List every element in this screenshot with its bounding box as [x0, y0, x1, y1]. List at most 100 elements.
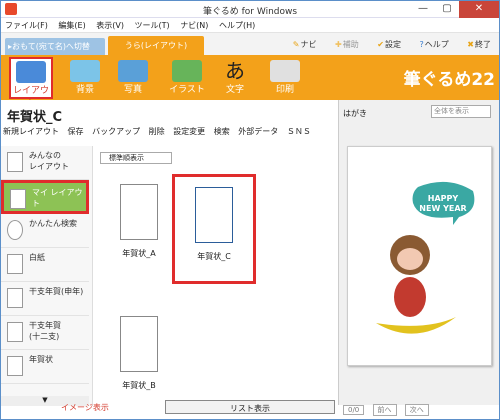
settings-link[interactable]: ✔設定 — [369, 40, 401, 49]
top-links: ✎ナビ ✚補助 ✔設定 ?ヘルプ ✖終了 — [277, 39, 491, 50]
tool-photo[interactable]: 写真 — [111, 58, 155, 98]
layout-card[interactable]: 年賀状_A — [104, 184, 174, 259]
help-icon: ? — [419, 40, 424, 49]
tool-background-label: 背景 — [75, 85, 94, 95]
layout-card-selected[interactable]: 年賀状_C — [172, 174, 256, 284]
greeting-line2: NEW YEAR — [419, 204, 466, 213]
help-link[interactable]: ?ヘルプ — [412, 40, 449, 49]
tool-layout[interactable]: レイアウト — [9, 57, 53, 109]
save-button[interactable]: 保存 — [68, 126, 84, 137]
category-icon — [7, 152, 23, 172]
tool-text[interactable]: あ 文字 — [213, 58, 257, 98]
tool-background[interactable]: 背景 — [63, 58, 107, 98]
illustration-icon — [172, 60, 202, 82]
category-icon — [7, 322, 23, 342]
page-counter: 0/0 — [343, 405, 365, 415]
tool-print[interactable]: 印刷 — [263, 58, 307, 98]
tool-illustration-label: イラスト — [169, 85, 205, 95]
menu-view[interactable]: 表示(V) — [92, 18, 128, 33]
maximize-button[interactable]: ▢ — [435, 1, 459, 18]
tab-front-address[interactable]: ▸おもて(宛て名)へ切替 — [5, 38, 105, 55]
category-icon — [7, 254, 23, 274]
preview-panel: はがき 全体を表示 HAPPY NEW YEAR 0/0 前へ 次へ — [338, 100, 499, 416]
category-label: 干支年賀 (十二支) — [29, 321, 61, 341]
category-icon — [7, 356, 23, 376]
category-item[interactable]: 白紙 — [1, 248, 89, 282]
new-layout-button[interactable]: 新規レイアウト — [3, 126, 59, 137]
category-item-selected[interactable]: マイ レイアウト — [1, 180, 89, 214]
category-item[interactable]: かんたん検索 — [1, 214, 89, 248]
layout-card[interactable]: 年賀状_B — [104, 316, 174, 391]
category-label: マイ レイアウト — [32, 188, 83, 208]
delete-button[interactable]: 削除 — [149, 126, 165, 137]
sns-button[interactable]: ＳＮＳ — [287, 126, 311, 137]
category-icon — [10, 189, 26, 209]
card-thumbnail — [120, 316, 158, 372]
settings-change-button[interactable]: 設定変更 — [173, 126, 205, 137]
tab-back-layout[interactable]: うら(レイアウト) — [108, 36, 204, 55]
card-label: 年賀状_B — [122, 381, 156, 390]
category-label: 白紙 — [29, 253, 45, 262]
category-item[interactable]: みんなの レイアウト — [1, 146, 89, 180]
card-label: 年賀状_A — [122, 249, 156, 258]
settings-icon: ✔ — [377, 40, 384, 49]
category-label: みんなの レイアウト — [29, 151, 69, 171]
card-label: 年賀状_C — [197, 252, 231, 261]
layout-grid: 年賀状_A 年賀状_C 年賀状_B — [94, 166, 324, 390]
search-button[interactable]: 検索 — [214, 126, 230, 137]
tool-photo-label: 写真 — [123, 85, 142, 95]
text-icon: あ — [225, 59, 245, 83]
exit-icon: ✖ — [467, 40, 474, 49]
preview-header: はがき — [343, 109, 367, 118]
image-view-tab[interactable]: イメージ表示 — [61, 402, 109, 413]
backup-button[interactable]: バックアップ — [92, 126, 140, 137]
category-item[interactable]: 干支年賀 (十二支) — [1, 316, 89, 350]
category-item[interactable]: 干支年賀(申年) — [1, 282, 89, 316]
close-button[interactable]: ✕ — [459, 1, 499, 18]
next-button[interactable]: 次へ — [404, 404, 429, 416]
card-thumbnail — [195, 187, 233, 243]
category-icon — [7, 288, 23, 308]
mode-bar: ▸おもて(宛て名)へ切替 うら(レイアウト) ✎ナビ ✚補助 ✔設定 ?ヘルプ … — [1, 33, 499, 55]
category-label: 干支年賀(申年) — [29, 287, 84, 296]
greeting-line1: HAPPY — [428, 194, 459, 203]
category-item[interactable]: 年賀状 — [1, 350, 89, 384]
title-bar: 筆ぐるめ for Windows — ▢ ✕ — [1, 1, 499, 18]
menu-edit[interactable]: 編集(E) — [54, 18, 89, 33]
photo-icon — [118, 60, 148, 82]
menu-help[interactable]: ヘルプ(H) — [215, 18, 259, 33]
card-thumbnail — [120, 184, 158, 240]
category-label: 年賀状 — [29, 355, 53, 364]
list-view-tab[interactable]: リスト表示 — [165, 400, 335, 414]
brand-logo: 筆ぐるめ22 — [403, 70, 495, 90]
printer-icon — [270, 60, 300, 82]
preview-footer: 0/0 前へ 次へ — [343, 404, 496, 416]
tool-illustration[interactable]: イラスト — [165, 58, 209, 98]
view-select[interactable]: 全体を表示 — [431, 105, 491, 118]
navi-link[interactable]: ✎ナビ — [285, 40, 317, 49]
layout-icon — [16, 61, 46, 83]
monkey-illustration: HAPPY NEW YEAR — [376, 181, 475, 334]
app-window: 筆ぐるめ for Windows — ▢ ✕ ファイル(F) 編集(E) 表示(… — [0, 0, 500, 420]
category-label: かんたん検索 — [29, 219, 77, 228]
assist-icon: ✚ — [335, 40, 342, 49]
layout-panel: 年賀状_C 新規レイアウト 保存 バックアップ 削除 設定変更 検索 外部データ… — [1, 100, 336, 414]
view-tabs: イメージ表示 リスト表示 — [1, 400, 336, 414]
menu-navi[interactable]: ナビ(N) — [176, 18, 212, 33]
tool-print-label: 印刷 — [275, 85, 294, 95]
prev-button[interactable]: 前へ — [372, 404, 397, 416]
postcard-preview: HAPPY NEW YEAR — [347, 146, 492, 366]
category-list: みんなの レイアウト マイ レイアウト かんたん検索 白紙 干支年賀(申年) 干… — [1, 146, 93, 406]
magnifier-icon — [7, 220, 23, 240]
assist-link: ✚補助 — [335, 40, 359, 49]
navi-icon: ✎ — [292, 40, 300, 49]
external-data-button[interactable]: 外部データ — [238, 126, 278, 137]
menu-bar: ファイル(F) 編集(E) 表示(V) ツール(T) ナビ(N) ヘルプ(H) — [1, 18, 499, 33]
menu-tools[interactable]: ツール(T) — [131, 18, 174, 33]
page-title: 年賀状_C — [7, 110, 63, 125]
menu-file[interactable]: ファイル(F) — [1, 18, 52, 33]
sort-select[interactable]: 標準順表示 — [100, 152, 172, 164]
exit-link[interactable]: ✖終了 — [459, 40, 491, 49]
action-bar: 新規レイアウト 保存 バックアップ 削除 設定変更 検索 外部データ ＳＮＳ — [3, 126, 334, 142]
minimize-button[interactable]: — — [411, 1, 435, 18]
